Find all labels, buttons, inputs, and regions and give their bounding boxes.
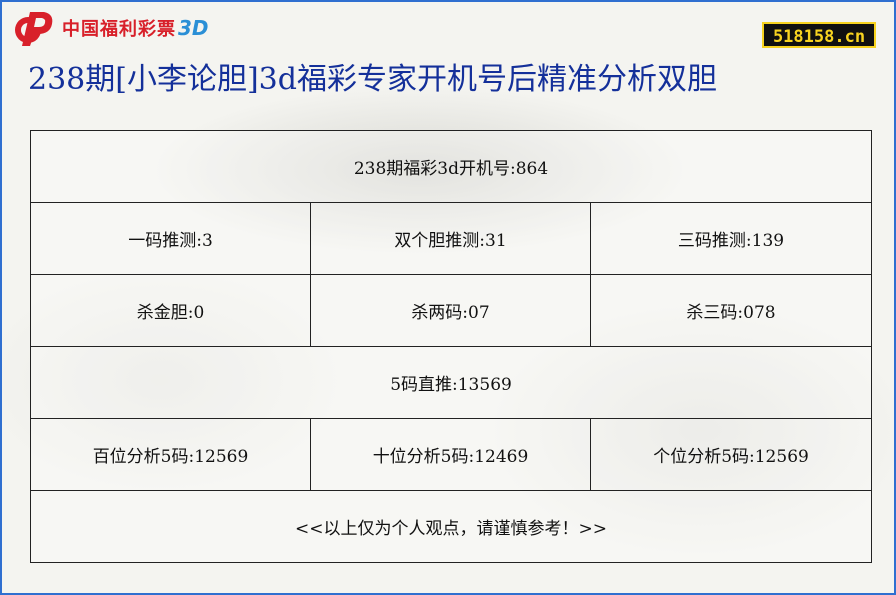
kill-three-code-cell: 杀三码:078 [589,274,873,347]
three-code-cell: 三码推测:139 [589,202,873,275]
site-domain-badge[interactable]: 518158.cn [762,22,876,48]
five-code-direct-cell: 5码直推:13569 [29,346,873,419]
lottery-logo-icon [15,12,53,46]
kill-two-code-cell: 杀两码:07 [310,274,591,347]
table-row: 杀金胆:0 杀两码:07 杀三码:078 [30,274,873,347]
hundreds-analysis-cell: 百位分析5码:12569 [30,418,311,491]
table-row: 一码推测:3 双个胆推测:31 三码推测:139 [30,202,873,275]
prediction-table: 238期福彩3d开机号:864 一码推测:3 双个胆推测:31 三码推测:139… [29,130,873,563]
lottery-logo: 中国福利彩票 3D [10,8,209,48]
double-guts-cell: 双个胆推测:31 [310,202,591,275]
logo-text: 中国福利彩票 [62,19,176,40]
table-row: <<以上仅为个人观点，请谨慎参考！>> [29,490,873,563]
one-code-cell: 一码推测:3 [30,202,311,275]
draw-number-cell: 238期福彩3d开机号:864 [29,130,873,203]
page-title: 238期[小李论胆]3d福彩专家开机号后精准分析双胆 [28,62,717,97]
kill-gold-cell: 杀金胆:0 [30,274,311,347]
tens-analysis-cell: 十位分析5码:12469 [310,418,591,491]
disclaimer-cell: <<以上仅为个人观点，请谨慎参考！>> [29,490,873,563]
table-row: 5码直推:13569 [29,346,873,419]
logo-3d-text: 3D [178,16,209,40]
units-analysis-cell: 个位分析5码:12569 [589,418,873,491]
table-row: 238期福彩3d开机号:864 [29,130,873,203]
table-row: 百位分析5码:12569 十位分析5码:12469 个位分析5码:12569 [30,418,873,491]
